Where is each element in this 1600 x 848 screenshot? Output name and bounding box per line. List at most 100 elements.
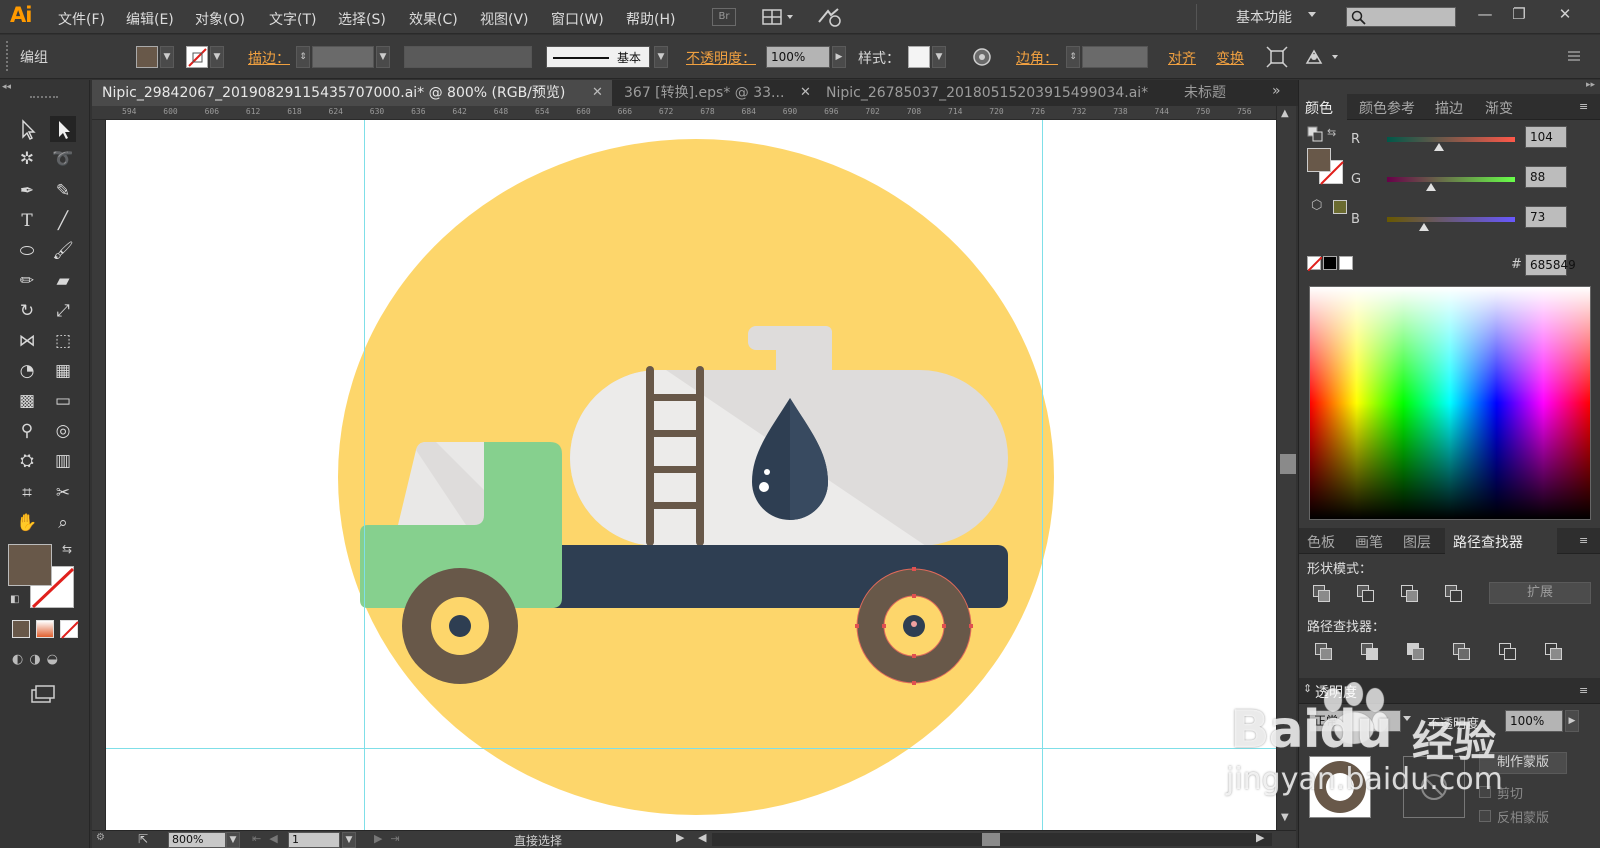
color-mode-button[interactable]: [12, 620, 30, 638]
recolor-artwork-button[interactable]: [972, 47, 992, 67]
artboard-canvas[interactable]: [106, 120, 1276, 830]
brush-definition[interactable]: 基本: [546, 46, 650, 68]
artboard-dropdown[interactable]: ▼: [342, 832, 356, 848]
tab-gradient[interactable]: 渐变: [1485, 98, 1513, 118]
restore-button[interactable]: ❐: [1506, 5, 1532, 25]
direct-selection-tool-icon[interactable]: [50, 116, 76, 142]
unite-button[interactable]: [1311, 584, 1333, 604]
scroll-right-icon[interactable]: ▶: [1256, 831, 1264, 844]
r-slider[interactable]: [1387, 137, 1515, 142]
mask-thumbnail[interactable]: [1403, 756, 1465, 818]
close-button[interactable]: ✕: [1552, 5, 1578, 25]
make-mask-button[interactable]: 制作蒙版: [1479, 752, 1567, 774]
gradient-mode-button[interactable]: [36, 620, 54, 638]
arrange-documents-button[interactable]: [762, 8, 796, 26]
tab-stroke[interactable]: 描边: [1435, 98, 1463, 118]
tab-document-3[interactable]: Nipic_26785037_20180515203915499034.ai*: [816, 80, 1172, 106]
stroke-weight-input[interactable]: [312, 46, 374, 68]
panel-fill-front[interactable]: [1307, 148, 1331, 172]
tab-document-1[interactable]: Nipic_29842067_20190829115435707000.ai* …: [92, 80, 612, 106]
control-menu-button[interactable]: [1562, 49, 1582, 63]
tab-swatches[interactable]: 色板: [1307, 532, 1335, 552]
b-slider[interactable]: [1387, 217, 1515, 222]
rear-wheel[interactable]: [856, 568, 972, 684]
blend-tool-icon[interactable]: ◎: [50, 418, 76, 444]
fill-color-front[interactable]: [8, 544, 52, 586]
opacity-slider-arrow[interactable]: ▶: [1565, 710, 1579, 732]
bridge-button[interactable]: Br: [712, 8, 736, 26]
close-icon[interactable]: ✕: [592, 80, 603, 106]
corner-label[interactable]: 边角：: [1016, 48, 1058, 68]
crop-button[interactable]: [1451, 642, 1473, 662]
tab-document-4[interactable]: 未标题: [1174, 80, 1264, 106]
g-slider-thumb[interactable]: [1426, 183, 1437, 191]
perspective-grid-icon[interactable]: ▦: [50, 358, 76, 384]
share-icon[interactable]: ⇱: [138, 832, 148, 846]
intersect-button[interactable]: [1399, 584, 1421, 604]
r-slider-thumb[interactable]: [1434, 143, 1445, 151]
stroke-swatch[interactable]: [186, 46, 208, 68]
zoom-level-input[interactable]: 800%: [168, 832, 226, 848]
tab-pathfinder[interactable]: 路径查找器: [1453, 532, 1523, 552]
artboard-nav-prev[interactable]: ⇤◀: [252, 832, 286, 845]
divide-button[interactable]: [1313, 642, 1335, 662]
guide-vertical[interactable]: [1042, 120, 1043, 830]
menu-file[interactable]: 文件(F): [58, 9, 105, 29]
draw-modes-icon[interactable]: ◐◑◒: [12, 652, 78, 670]
type-tool-icon[interactable]: T: [14, 208, 40, 234]
gear-icon[interactable]: ⚙: [96, 832, 124, 846]
none-mode-button[interactable]: [60, 620, 79, 639]
tab-color-guide[interactable]: 颜色参考: [1359, 98, 1415, 118]
blend-mode-select[interactable]: 正常: [1309, 710, 1401, 732]
tab-transparency[interactable]: 透明度: [1315, 682, 1357, 702]
artboard-tool-icon[interactable]: ⌗: [14, 480, 40, 506]
color-spectrum[interactable]: [1309, 286, 1591, 520]
pencil-icon[interactable]: ✏: [14, 268, 40, 294]
gradient-tool-icon[interactable]: ▭: [50, 388, 76, 414]
out-of-gamut-icon[interactable]: ⬡: [1311, 198, 1322, 213]
web-safe-swatch[interactable]: [1333, 200, 1347, 214]
close-icon[interactable]: ✕: [800, 80, 811, 106]
guide-vertical[interactable]: [364, 120, 365, 830]
lasso-icon[interactable]: ➰: [50, 146, 76, 172]
object-thumbnail[interactable]: [1309, 756, 1371, 818]
hand-tool-icon[interactable]: ✋: [14, 510, 40, 536]
search-input[interactable]: [1346, 7, 1456, 27]
align-link[interactable]: 对齐: [1168, 48, 1196, 68]
style-dropdown[interactable]: ▼: [932, 46, 946, 68]
panel-menu-icon[interactable]: ≡: [1579, 100, 1588, 113]
clip-checkbox[interactable]: [1479, 786, 1491, 798]
magic-wand-icon[interactable]: ✲: [14, 146, 40, 172]
none-swatch[interactable]: [1307, 256, 1323, 272]
fill-dropdown[interactable]: ▼: [160, 46, 174, 68]
artboard-nav-next[interactable]: ▶⇥: [374, 832, 408, 845]
isolate-group-button[interactable]: [1266, 46, 1288, 68]
corner-input[interactable]: [1082, 46, 1148, 68]
zoom-tool-icon[interactable]: ⌕: [50, 510, 76, 536]
eyedropper-icon[interactable]: ⚲: [14, 418, 40, 444]
grip-handle[interactable]: [30, 96, 58, 99]
minimize-button[interactable]: —: [1472, 5, 1498, 25]
hex-value-input[interactable]: 685849: [1525, 254, 1576, 276]
column-graph-icon[interactable]: ▥: [50, 448, 76, 474]
curvature-tool-icon[interactable]: ✎: [50, 178, 76, 204]
tab-document-2[interactable]: 367 [转换].eps* @ 33... ✕: [614, 80, 814, 106]
artboard-number-input[interactable]: 1: [288, 832, 340, 848]
slice-tool-icon[interactable]: ✂: [50, 480, 76, 506]
tab-layers[interactable]: 图层: [1403, 532, 1431, 552]
panel-collapse-icon[interactable]: ◂◂: [2, 82, 88, 92]
graphic-style-swatch[interactable]: [908, 46, 930, 68]
free-transform-icon[interactable]: ⬚: [50, 328, 76, 354]
stroke-label[interactable]: 描边：: [248, 48, 290, 68]
menu-effect[interactable]: 效果(C): [409, 9, 458, 29]
r-value-input[interactable]: 104: [1525, 126, 1567, 148]
outline-button[interactable]: [1497, 642, 1519, 662]
scroll-thumb[interactable]: [982, 833, 1000, 846]
scroll-up-icon[interactable]: ▲: [1281, 108, 1289, 119]
symbol-sprayer-icon[interactable]: ⛭: [14, 448, 40, 474]
swap-icon[interactable]: ⇆: [1327, 126, 1336, 139]
menu-window[interactable]: 窗口(W): [551, 9, 604, 29]
status-menu-arrow[interactable]: ▶: [676, 831, 684, 844]
paintbrush-icon[interactable]: 🖌: [50, 238, 76, 264]
ellipse-tool-icon[interactable]: ⬭: [14, 238, 40, 264]
